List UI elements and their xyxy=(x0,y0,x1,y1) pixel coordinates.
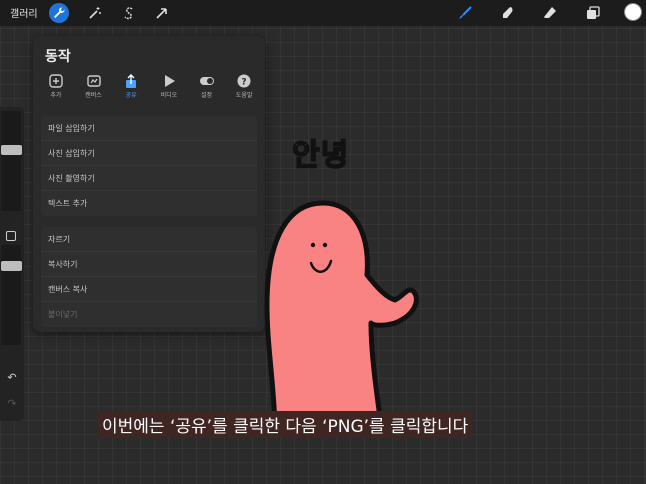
tab-help[interactable]: ? 도움말 xyxy=(225,74,263,104)
tab-share[interactable]: 공유 xyxy=(112,74,150,104)
opacity-slider[interactable] xyxy=(1,245,22,345)
menu-item-insert-photo[interactable]: 사진 삽입하기 xyxy=(41,141,257,166)
selection-s-icon[interactable] xyxy=(119,3,139,23)
add-icon xyxy=(49,74,63,88)
canvas-icon xyxy=(86,75,101,87)
brush-size-slider[interactable] xyxy=(1,111,22,211)
top-toolbar: 갤러리 xyxy=(0,0,646,26)
tab-video[interactable]: 비디오 xyxy=(150,74,188,104)
arrow-cursor-icon[interactable] xyxy=(152,3,172,23)
canvas-greeting-text: 안녕 xyxy=(291,137,350,174)
panel-title: 동작 xyxy=(45,49,71,65)
brush-size-handle[interactable] xyxy=(1,145,22,155)
help-icon: ? xyxy=(237,74,251,88)
actions-panel: 동작 추가 캔버스 공유 비디오 설정 ? 도움말 파일 삽입하기 사진 삽입하… xyxy=(33,36,265,332)
share-icon xyxy=(126,74,137,88)
eraser-icon[interactable] xyxy=(540,3,560,23)
toggle-icon xyxy=(199,77,214,85)
smudge-icon[interactable] xyxy=(498,3,518,23)
menu-item-insert-file[interactable]: 파일 삽입하기 xyxy=(41,116,257,141)
menu-item-paste: 붙이넣기 xyxy=(48,310,78,319)
left-sidebar: ↶ ↷ xyxy=(0,107,24,421)
wrench-icon[interactable] xyxy=(49,3,69,23)
tab-settings[interactable]: 설정 xyxy=(188,74,226,104)
play-icon xyxy=(164,75,175,87)
modify-button[interactable] xyxy=(6,231,16,241)
brush-icon[interactable] xyxy=(455,3,475,23)
video-subtitle: 이번에는 ‘공유’를 클릭한 다음 ‘PNG’를 클릭합니다 xyxy=(98,411,473,438)
magic-wand-icon[interactable] xyxy=(85,3,105,23)
menu-item-take-photo[interactable]: 사진 촬영하기 xyxy=(41,166,257,191)
menu-item-copy-canvas[interactable]: 캔버스 복사 xyxy=(41,277,257,302)
pink-character-drawing xyxy=(264,200,419,425)
insert-group: 파일 삽입하기 사진 삽입하기 사진 촬영하기 텍스트 추가 xyxy=(41,116,257,216)
tab-add[interactable]: 추가 xyxy=(37,74,75,104)
edit-group: 자르기 복사하기 캔버스 복사 붙이넣기 xyxy=(41,227,257,327)
actions-tabs: 추가 캔버스 공유 비디오 설정 ? 도움말 xyxy=(37,74,263,104)
tab-canvas[interactable]: 캔버스 xyxy=(75,74,113,104)
opacity-handle[interactable] xyxy=(1,261,22,271)
svg-text:?: ? xyxy=(242,78,247,88)
undo-icon[interactable]: ↶ xyxy=(5,371,19,385)
menu-item-add-text[interactable]: 텍스트 추가 xyxy=(41,191,257,216)
menu-item-copy[interactable]: 복사하기 xyxy=(41,252,257,277)
redo-icon[interactable]: ↷ xyxy=(5,397,19,411)
color-picker-button[interactable] xyxy=(624,3,642,21)
menu-item-cut[interactable]: 자르기 xyxy=(41,227,257,252)
layers-icon[interactable] xyxy=(583,3,603,23)
gallery-button[interactable]: 갤러리 xyxy=(10,5,38,20)
